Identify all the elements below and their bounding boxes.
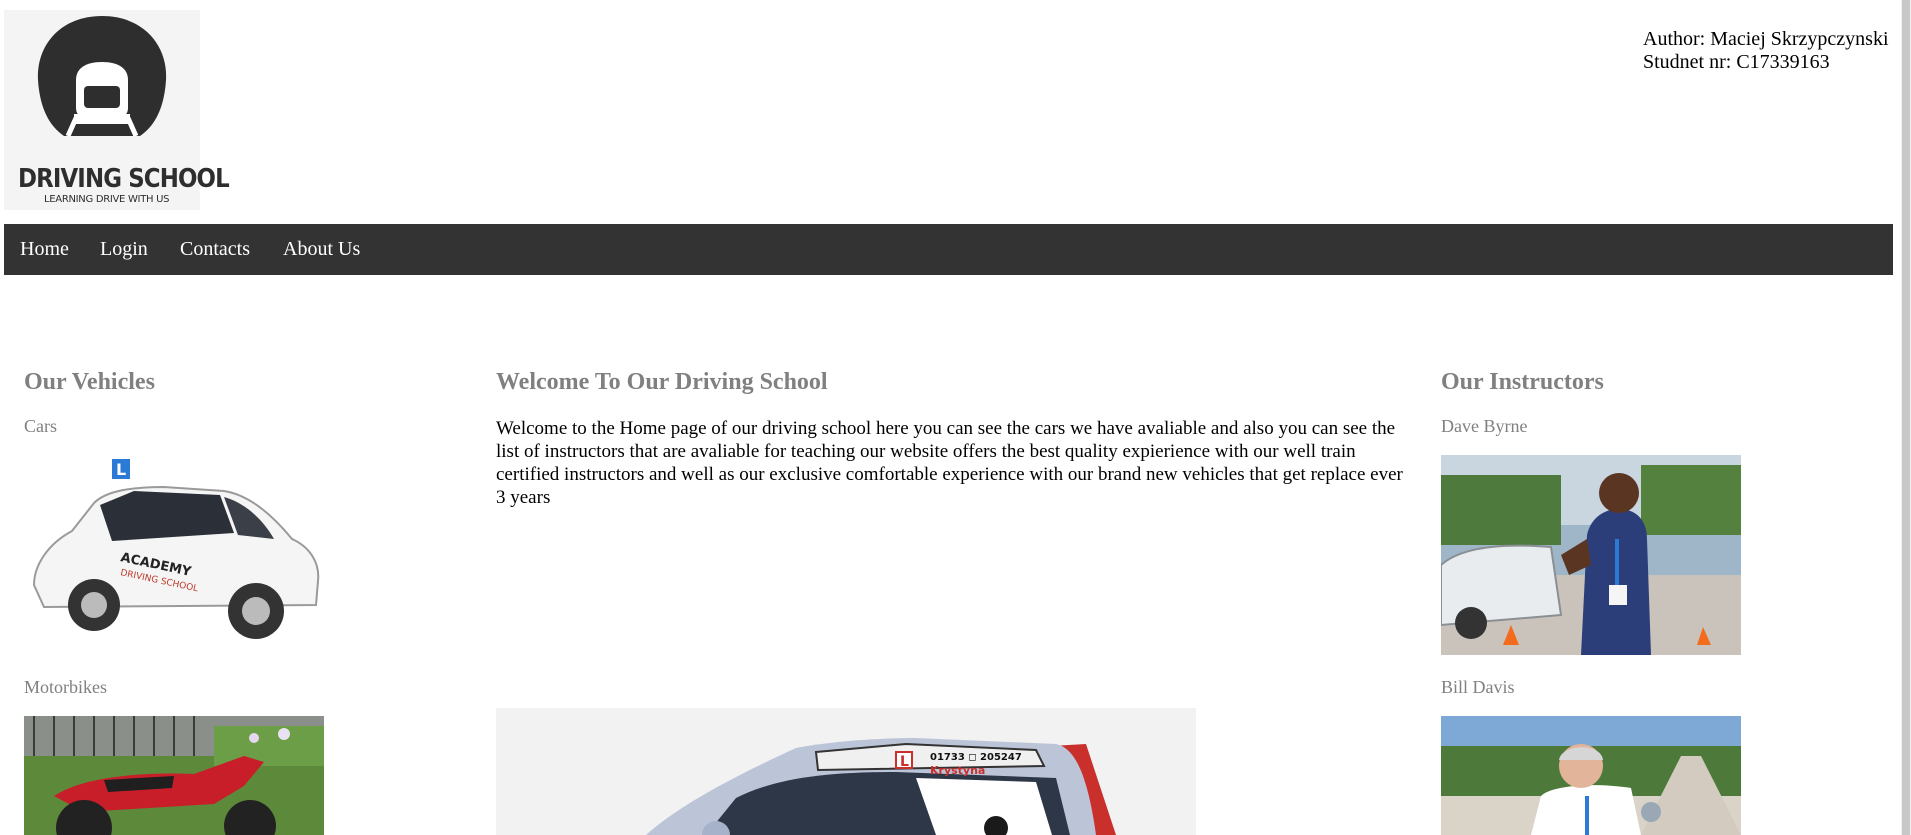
main-nav: Home Login Contacts About Us (4, 224, 1893, 275)
vehicles-heading: Our Vehicles (24, 369, 155, 395)
site-logo: DRIVING SCHOOL LEARNING DRIVE WITH US (4, 10, 230, 210)
driving-school-car-banner: L 01733 ◻ 205247 Krystyna (496, 708, 1196, 835)
banner-name: Krystyna (930, 764, 985, 777)
instructor-photo-1 (1441, 455, 1741, 655)
nav-about-us[interactable]: About Us (283, 238, 360, 260)
student-number: Studnet nr: C17339163 (1643, 51, 1830, 73)
instructor-name-2: Bill Davis (1441, 677, 1515, 697)
instructor-name-1: Dave Byrne (1441, 416, 1528, 436)
car-image: ACADEMY DRIVING SCHOOL L (24, 455, 324, 655)
welcome-heading: Welcome To Our Driving School (496, 369, 828, 395)
logo-tagline: LEARNING DRIVE WITH US (44, 194, 170, 205)
banner-phone: 01733 ◻ 205247 (930, 752, 1022, 763)
motorbike-image (24, 716, 324, 835)
banner-learner-plate: L (900, 754, 909, 770)
scrollbar-thumb[interactable] (1902, 0, 1910, 835)
welcome-text: Welcome to the Home page of our driving … (496, 418, 1403, 508)
car-learner-plate: L (116, 460, 126, 479)
logo-title: DRIVING SCHOOL (18, 164, 230, 194)
nav-contacts[interactable]: Contacts (180, 238, 250, 260)
cars-label: Cars (24, 416, 57, 436)
author-name: Author: Maciej Skrzypczynski (1643, 28, 1889, 50)
motorbikes-label: Motorbikes (24, 677, 107, 697)
nav-login[interactable]: Login (100, 238, 148, 260)
instructors-heading: Our Instructors (1441, 369, 1604, 395)
nav-home[interactable]: Home (20, 238, 69, 260)
instructor-photo-2 (1441, 716, 1741, 835)
author-info: Author: Maciej Skrzypczynski Studnet nr:… (1643, 28, 1889, 74)
